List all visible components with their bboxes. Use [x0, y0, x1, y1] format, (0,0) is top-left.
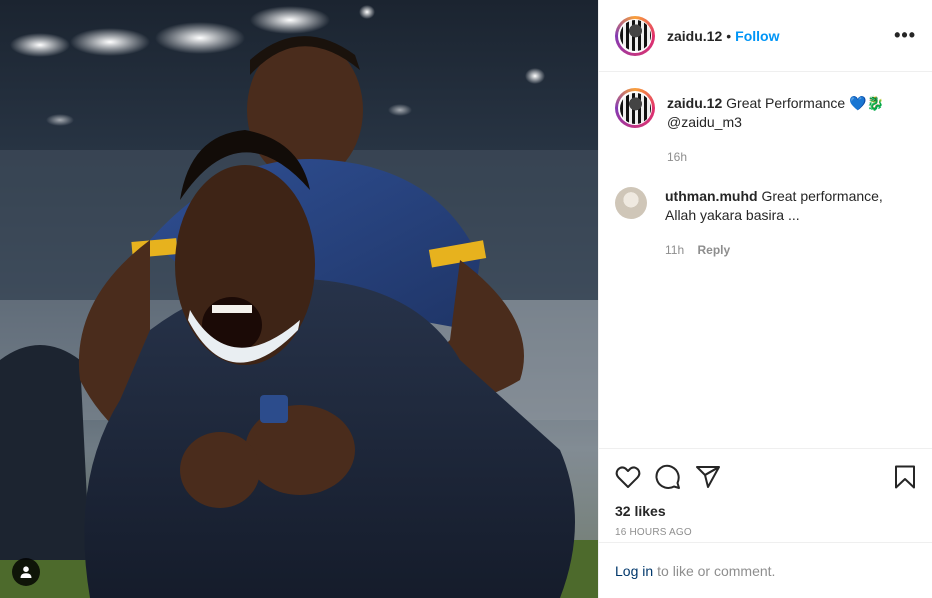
comment-text: Great performance,: [761, 188, 883, 204]
post-photo[interactable]: [0, 0, 598, 598]
caption-time[interactable]: 16h: [667, 148, 884, 167]
post-actions: 32 likes 16 HOURS AGO: [599, 448, 932, 538]
post-timestamp[interactable]: 16 HOURS AGO: [615, 527, 916, 538]
author-avatar[interactable]: [615, 15, 655, 56]
comment-username[interactable]: uthman.muhd: [665, 188, 758, 204]
likes-count[interactable]: 32 likes: [615, 503, 916, 519]
heart-icon: [615, 466, 641, 488]
separator-dot: •: [726, 27, 732, 44]
reply-button[interactable]: Reply: [697, 243, 730, 257]
post-header: zaidu.12 • Follow •••: [599, 0, 932, 72]
caption-text: Great Performance 💙🐉: [726, 95, 884, 111]
user-tag-icon: [20, 566, 32, 578]
author-username[interactable]: zaidu.12: [667, 28, 722, 44]
comment-time[interactable]: 11h: [665, 243, 684, 257]
post-sidebar: zaidu.12 • Follow ••• zaidu.12 Great Per…: [598, 0, 932, 598]
caption-username[interactable]: zaidu.12: [667, 95, 722, 111]
like-button[interactable]: [615, 457, 655, 497]
login-link[interactable]: Log in: [615, 563, 653, 579]
avatar-image: [619, 92, 651, 124]
comment-button[interactable]: [655, 457, 695, 497]
comment-icon: [655, 464, 680, 489]
more-options-icon[interactable]: •••: [894, 25, 916, 46]
follow-button[interactable]: Follow: [735, 28, 779, 44]
action-icons: [615, 457, 916, 497]
comment-item: uthman.muhd Great performance, Allah yak…: [615, 187, 916, 260]
caption: zaidu.12 Great Performance 💙🐉 @zaidu_m3 …: [615, 88, 916, 167]
photo-scene: [0, 5, 598, 598]
bookmark-icon: [895, 465, 915, 489]
comment-text-continued: Allah yakara basira ...: [665, 207, 800, 223]
user-tag-button[interactable]: [12, 558, 40, 586]
save-button[interactable]: [876, 457, 916, 497]
commenter-avatar[interactable]: [615, 187, 647, 219]
avatar-image: [619, 20, 651, 51]
login-prompt-text: to like or comment.: [657, 562, 776, 579]
caption-avatar[interactable]: [615, 88, 655, 128]
share-icon: [696, 466, 720, 488]
login-prompt: Log in to like or comment.: [599, 542, 932, 598]
caption-mention[interactable]: @zaidu_m3: [667, 113, 884, 132]
comments-list: zaidu.12 Great Performance 💙🐉 @zaidu_m3 …: [599, 72, 932, 448]
share-button[interactable]: [695, 457, 735, 497]
